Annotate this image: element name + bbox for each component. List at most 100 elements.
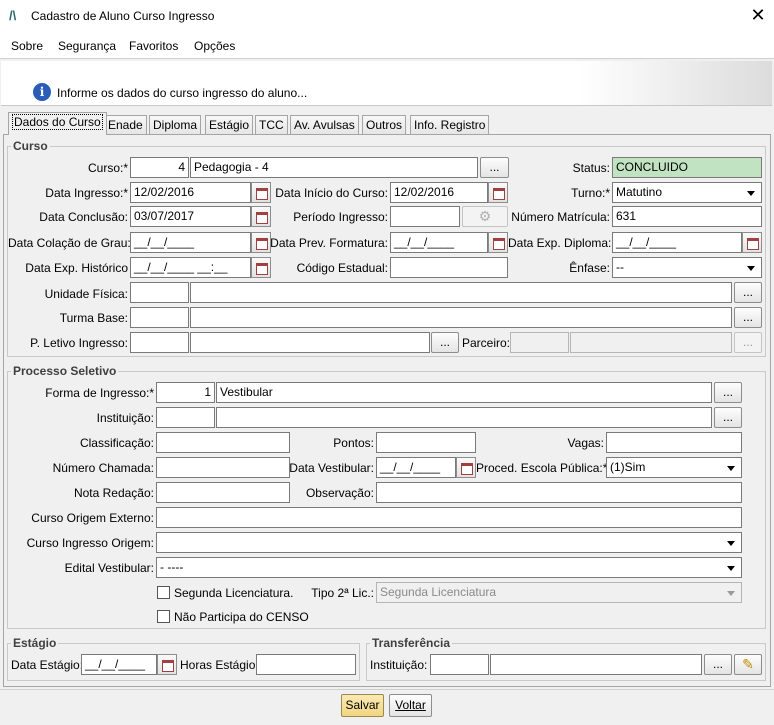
tab-label: Info. Registro bbox=[414, 118, 486, 132]
censo-checkbox[interactable] bbox=[157, 610, 170, 623]
data-conclusao-label: Data Conclusão: bbox=[39, 210, 128, 224]
instituicao-search-button[interactable]: ... bbox=[714, 407, 742, 428]
data-colacao-input[interactable]: __/__/____ bbox=[130, 232, 251, 253]
proced-escola-label: Proced. Escola Pública:* bbox=[476, 461, 608, 475]
vagas-input[interactable] bbox=[606, 432, 742, 453]
gear-icon[interactable]: ⚙ bbox=[462, 206, 508, 227]
calendar-icon[interactable] bbox=[251, 182, 271, 203]
forma-ingresso-code-input[interactable]: 1 bbox=[156, 382, 215, 403]
data-conclusao-input[interactable]: 03/07/2017 bbox=[130, 206, 251, 227]
info-banner: i Informe os dados do curso ingresso do … bbox=[1, 61, 772, 106]
turno-select[interactable]: Matutino bbox=[612, 182, 762, 203]
tab-diploma[interactable]: Diploma bbox=[149, 115, 202, 134]
info-message: Informe os dados do curso ingresso do al… bbox=[57, 86, 308, 100]
observacao-input[interactable] bbox=[376, 482, 742, 503]
unidade-fisica-code-input[interactable] bbox=[130, 282, 189, 303]
curso-code-input[interactable]: 4 bbox=[130, 157, 189, 178]
menu-item-seguranca[interactable]: Segurança bbox=[58, 39, 116, 53]
curso-origem-externo-input[interactable] bbox=[156, 507, 742, 528]
periodo-ingresso-label: Período Ingresso: bbox=[293, 210, 388, 224]
periodo-ingresso-input[interactable] bbox=[390, 206, 460, 227]
forma-ingresso-search-button[interactable]: ... bbox=[714, 382, 742, 403]
data-ingresso-input[interactable]: 12/02/2016 bbox=[130, 182, 251, 203]
unidade-fisica-search-button[interactable]: ... bbox=[734, 282, 762, 303]
transferencia-search-button[interactable]: ... bbox=[704, 654, 732, 675]
enfase-label: Ênfase: bbox=[569, 261, 610, 275]
close-icon[interactable]: ✕ bbox=[748, 4, 768, 26]
tab-label: Diploma bbox=[153, 118, 198, 132]
edital-vestibular-select[interactable]: - ---- bbox=[156, 557, 742, 578]
calendar-icon[interactable] bbox=[157, 654, 177, 675]
numero-matricula-input[interactable]: 631 bbox=[612, 206, 762, 227]
data-exp-diploma-label: Data Exp. Diploma: bbox=[508, 236, 612, 250]
numero-chamada-label: Número Chamada: bbox=[52, 461, 154, 475]
tab-tcc[interactable]: TCC bbox=[255, 115, 288, 134]
parceiro-label: Parceiro: bbox=[462, 336, 511, 350]
curso-ingresso-origem-select[interactable] bbox=[156, 532, 742, 553]
calendar-icon[interactable] bbox=[742, 232, 762, 253]
unidade-fisica-name-input[interactable] bbox=[190, 282, 732, 303]
horas-estagio-input[interactable] bbox=[256, 654, 356, 675]
save-button[interactable]: Salvar bbox=[341, 694, 384, 717]
tab-label: Dados do Curso bbox=[12, 114, 103, 130]
parceiro-name-input bbox=[570, 332, 732, 353]
estagio-group-title: Estágio bbox=[11, 636, 59, 650]
instituicao-code-input[interactable] bbox=[156, 407, 215, 428]
forma-ingresso-name-input[interactable]: Vestibular bbox=[216, 382, 712, 403]
calendar-icon[interactable] bbox=[488, 182, 508, 203]
calendar-icon[interactable] bbox=[251, 257, 271, 278]
tab-av-avulsas[interactable]: Av. Avulsas bbox=[290, 115, 359, 134]
data-prev-formatura-input[interactable]: __/__/____ bbox=[390, 232, 488, 253]
back-button[interactable]: Voltar bbox=[389, 694, 432, 717]
data-exp-diploma-input[interactable]: __/__/____ bbox=[612, 232, 742, 253]
enfase-select[interactable]: -- bbox=[612, 257, 762, 278]
proced-escola-select[interactable]: (1)Sim bbox=[606, 457, 742, 478]
curso-search-button[interactable]: ... bbox=[480, 157, 509, 178]
tab-enade[interactable]: Enade bbox=[104, 115, 147, 134]
transferencia-instituicao-name-input[interactable] bbox=[490, 654, 702, 675]
tab-label: TCC bbox=[259, 118, 284, 132]
calendar-icon[interactable] bbox=[456, 457, 476, 478]
data-colacao-label: Data Colação de Grau: bbox=[8, 236, 131, 250]
pontos-input[interactable] bbox=[376, 432, 476, 453]
turno-label: Turno:* bbox=[571, 186, 610, 200]
edit-pencil-icon[interactable]: ✎ bbox=[734, 654, 762, 675]
menu-item-favoritos[interactable]: Favoritos bbox=[129, 39, 178, 53]
data-inicio-input[interactable]: 12/02/2016 bbox=[390, 182, 488, 203]
data-estagio-input[interactable]: __/__/____ bbox=[81, 654, 157, 675]
turma-base-code-input[interactable] bbox=[130, 307, 189, 328]
tab-outros[interactable]: Outros bbox=[362, 115, 407, 134]
calendar-icon[interactable] bbox=[488, 232, 508, 253]
curso-name-input[interactable]: Pedagogia - 4 bbox=[190, 157, 478, 178]
data-vestibular-label: Data Vestibular: bbox=[289, 461, 374, 475]
p-letivo-name-input[interactable] bbox=[190, 332, 430, 353]
p-letivo-search-button[interactable]: ... bbox=[431, 332, 459, 353]
p-letivo-label: P. Letivo Ingresso: bbox=[30, 336, 128, 350]
data-exp-historico-input[interactable]: __/__/____ __:__ bbox=[130, 257, 251, 278]
menu-item-opcoes[interactable]: Opções bbox=[194, 39, 235, 53]
app-logo-icon: /\ bbox=[9, 8, 17, 23]
pontos-label: Pontos: bbox=[333, 436, 374, 450]
turma-base-search-button[interactable]: ... bbox=[734, 307, 762, 328]
curso-group-title: Curso bbox=[11, 139, 50, 153]
tab-dados-do-curso[interactable]: Dados do Curso bbox=[8, 112, 107, 135]
turma-base-name-input[interactable] bbox=[190, 307, 732, 328]
classificacao-input[interactable] bbox=[156, 432, 290, 453]
data-vestibular-input[interactable]: __/__/____ bbox=[376, 457, 456, 478]
status-field: CONCLUIDO bbox=[612, 157, 762, 178]
transferencia-instituicao-code-input[interactable] bbox=[430, 654, 489, 675]
tab-label: Enade bbox=[108, 118, 143, 132]
tab-info-registro[interactable]: Info. Registro bbox=[410, 115, 490, 134]
menu-item-sobre[interactable]: Sobre bbox=[11, 39, 43, 53]
calendar-icon[interactable] bbox=[251, 232, 271, 253]
tab-label: Av. Avulsas bbox=[294, 118, 355, 132]
instituicao-name-input[interactable] bbox=[216, 407, 712, 428]
calendar-icon[interactable] bbox=[251, 206, 271, 227]
nota-redacao-input[interactable] bbox=[156, 482, 290, 503]
segunda-licenciatura-checkbox[interactable] bbox=[157, 586, 170, 599]
codigo-estadual-input[interactable] bbox=[390, 257, 508, 278]
p-letivo-code-input[interactable] bbox=[130, 332, 189, 353]
tab-estagio[interactable]: Estágio bbox=[205, 115, 254, 134]
numero-chamada-input[interactable] bbox=[156, 457, 290, 478]
curso-label: Curso:* bbox=[87, 161, 128, 175]
